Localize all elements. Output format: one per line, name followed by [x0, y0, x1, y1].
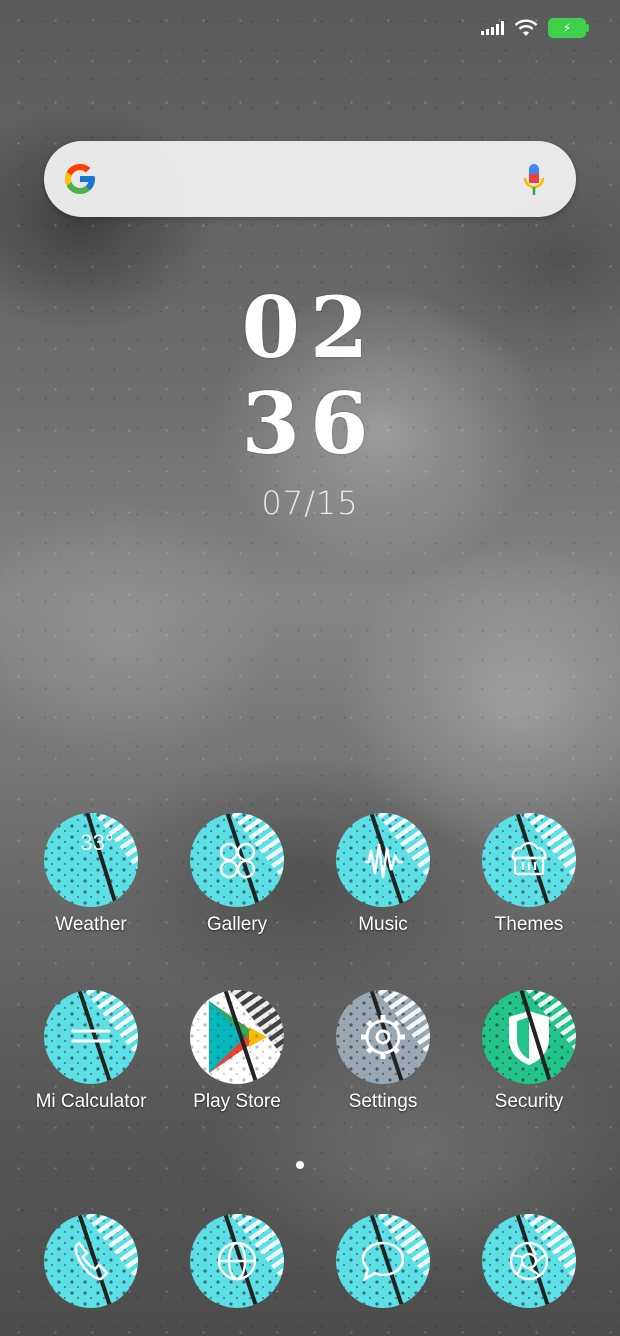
app-settings[interactable]: Settings	[310, 989, 456, 1113]
settings-icon	[336, 990, 430, 1084]
phone-icon	[44, 1214, 138, 1308]
google-search-bar[interactable]	[44, 141, 576, 217]
security-icon	[482, 990, 576, 1084]
app-gallery[interactable]: Gallery	[164, 812, 310, 936]
clock-date[interactable]: 07/15	[0, 484, 620, 522]
cellular-signal-icon	[481, 21, 504, 35]
browser-globe-icon	[190, 1214, 284, 1308]
app-themes[interactable]: Themes	[456, 812, 602, 936]
app-label: Play Store	[193, 1091, 281, 1112]
charging-bolt-icon: ⚡	[562, 21, 572, 35]
app-play-store[interactable]: Play Store	[164, 989, 310, 1113]
app-label: Settings	[348, 1091, 418, 1112]
weather-temperature: 33°	[80, 830, 113, 855]
app-mi-calculator[interactable]: Mi Calculator	[18, 989, 164, 1113]
page-indicator-dot[interactable]	[296, 1161, 304, 1169]
app-label: Weather	[55, 914, 127, 935]
clock-hours[interactable]: 02	[0, 286, 620, 370]
message-bubble-icon	[336, 1214, 430, 1308]
calculator-icon	[44, 990, 138, 1084]
google-logo-icon	[65, 164, 95, 194]
search-input[interactable]	[114, 159, 498, 201]
play-store-icon	[190, 990, 284, 1084]
dock-messages[interactable]	[310, 1213, 456, 1309]
dock-browser[interactable]	[164, 1213, 310, 1309]
app-music[interactable]: Music	[310, 812, 456, 936]
camera-aperture-icon	[482, 1214, 576, 1308]
app-weather[interactable]: 33° Weather	[18, 812, 164, 936]
battery-icon: ⚡	[548, 18, 589, 38]
app-label: Mi Calculator	[35, 1091, 147, 1112]
app-label: Gallery	[206, 914, 268, 935]
wifi-icon	[514, 19, 538, 36]
music-icon	[336, 813, 430, 907]
app-label: Security	[494, 1091, 564, 1112]
themes-icon	[482, 813, 576, 907]
app-label: Music	[358, 914, 408, 935]
microphone-icon[interactable]	[522, 163, 546, 197]
app-security[interactable]: Security	[456, 989, 602, 1113]
dock-camera[interactable]	[456, 1213, 602, 1309]
weather-icon: 33°	[44, 813, 138, 907]
gallery-icon	[190, 813, 284, 907]
clock-minutes[interactable]: 36	[0, 382, 620, 466]
status-bar: ⚡	[481, 14, 589, 42]
app-label: Themes	[494, 914, 564, 935]
dock-phone[interactable]	[18, 1213, 164, 1309]
